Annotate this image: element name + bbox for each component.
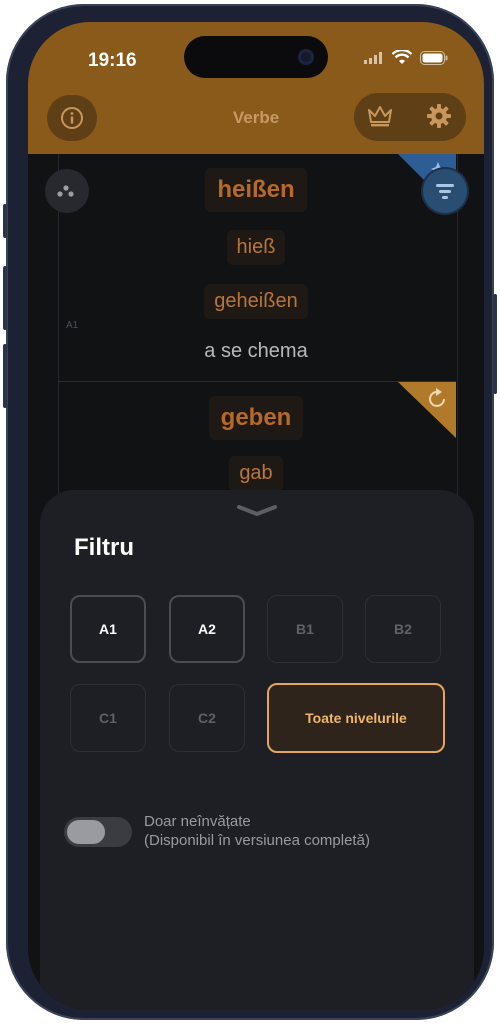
level-c1-button[interactable]: C1: [70, 684, 146, 752]
camera-icon: [298, 49, 314, 65]
card-translation: a se chema: [204, 340, 308, 362]
app-header: 19:16 Verbe: [28, 22, 484, 154]
wifi-icon: [392, 50, 412, 64]
card-infinitive: heißen: [28, 168, 484, 212]
signal-icon: [364, 51, 382, 64]
level-b2-button[interactable]: B2: [365, 595, 441, 663]
card-level-tag: A1: [66, 320, 79, 331]
filter-sheet: Filtru A1 A2 B1 B2 C1 C2 Toate niveluril…: [40, 490, 474, 1010]
unlearned-only-toggle[interactable]: [64, 817, 132, 847]
all-levels-button[interactable]: Toate nivelurile: [267, 683, 445, 753]
card-participle: geheißen: [28, 284, 484, 319]
gear-icon: [427, 104, 451, 128]
status-icons: [364, 50, 448, 65]
volume-up-button: [3, 266, 7, 330]
action-button: [3, 204, 7, 238]
level-a2-button[interactable]: A2: [169, 595, 245, 663]
power-button: [493, 294, 497, 394]
crown-icon: [368, 106, 392, 127]
level-c2-button[interactable]: C2: [169, 684, 245, 752]
card-divider: [58, 381, 456, 382]
level-a1-button[interactable]: A1: [70, 595, 146, 663]
app-screen: 19:16 Verbe heißen hieß geheißen a se ch…: [28, 22, 484, 1010]
phone-frame: 19:16 Verbe heißen hieß geheißen a se ch…: [3, 4, 497, 1020]
dynamic-island: [184, 36, 328, 78]
battery-icon: [420, 50, 448, 65]
status-time: 19:16: [88, 50, 137, 71]
sheet-title: Filtru: [74, 534, 134, 561]
card-past: gab: [28, 456, 484, 491]
header-actions: [354, 93, 466, 141]
card-past: hieß: [28, 230, 484, 265]
volume-down-button: [3, 344, 7, 408]
premium-button[interactable]: [366, 103, 394, 134]
toggle-note-text: (Disponibil în versiunea completă): [144, 832, 370, 849]
toggle-label: Doar neînvățate (Disponibil în versiunea…: [144, 812, 370, 850]
toggle-label-text: Doar neînvățate: [144, 813, 251, 830]
toggle-knob: [67, 820, 105, 844]
level-b1-button[interactable]: B1: [267, 595, 343, 663]
card-infinitive: geben: [28, 396, 484, 440]
chevron-down-icon[interactable]: [236, 504, 278, 518]
settings-button[interactable]: [426, 103, 452, 134]
